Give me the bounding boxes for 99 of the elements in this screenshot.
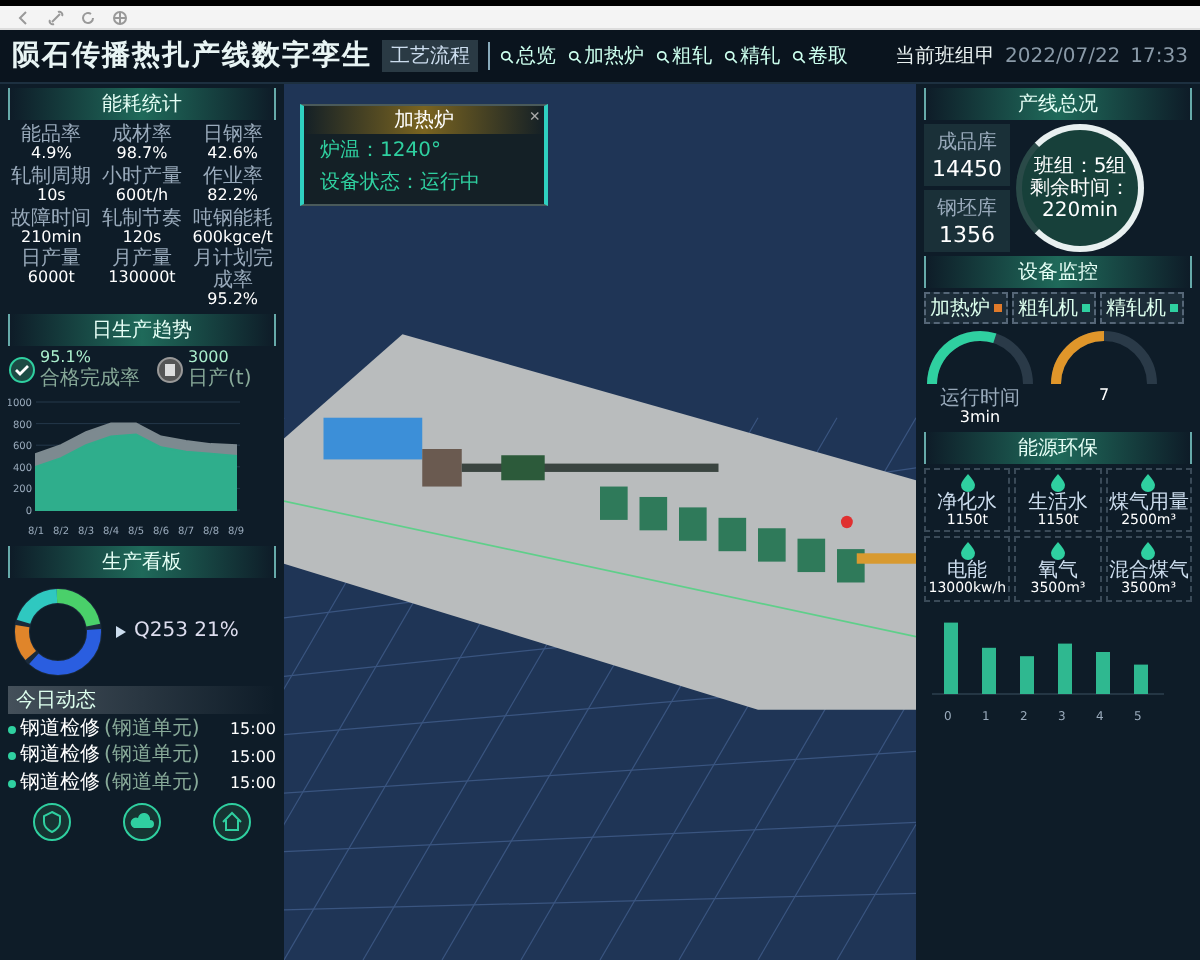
nav-search-button[interactable]: 粗轧 [652,42,716,70]
stat-value: 42.6% [207,146,259,164]
store-label: 钢坯库 [937,195,997,222]
gauge-value: 7 [1098,388,1110,406]
bullet-icon [8,725,16,734]
panel-title: 产线总况 [924,88,1192,120]
store-label: 成品库 [937,129,997,156]
stat-label: 月产量 [111,248,172,271]
event-name: 钢道检修 [20,744,100,768]
event-unit: (钢道单元) [104,771,200,795]
bullet-icon [8,779,16,788]
equipment-tab[interactable]: 粗轧机 [1012,292,1096,324]
stat-value: 82.2% [207,187,259,206]
stat-label: 轧制节奏 [101,207,182,230]
ring-text: 剩余时间：220min [1028,177,1132,221]
event-time: 15:00 [229,720,276,739]
stat-label: 故障时间 [11,207,92,230]
kpi-value: 3000 [188,350,231,367]
event-name: 钢道检修 [20,771,100,795]
close-button[interactable]: × [529,106,540,128]
cloud-icon[interactable] [121,802,162,843]
pointer-icon [116,625,126,638]
date-label: 2022/07/22 [1005,45,1121,67]
search-icon [724,49,738,63]
nav-search-button[interactable]: 精轧 [720,42,784,70]
equipment-tab[interactable]: 精轧机 [1100,292,1184,324]
event-time: 15:00 [229,774,276,793]
panel-title: 生产看板 [8,545,276,578]
check-icon [8,356,36,385]
stat-value: 6000t [27,270,75,289]
kpi-label: 合格完成率 [40,367,140,390]
popup-line: 设备状态：运行中 [318,169,482,198]
equipment-tab[interactable]: 加热炉 [924,292,1008,324]
stat-label: 日产量 [21,248,82,271]
shift-label: 当前班组甲 [895,43,996,70]
donut-legend: Q253 21% [134,620,239,643]
stat-label: 轧制周期 [11,165,92,188]
search-icon [568,49,582,63]
ring-text: 班组：5组 [1031,155,1129,177]
back-icon[interactable] [16,9,32,25]
stat-label: 作业率 [202,165,263,188]
search-icon [500,49,514,63]
gauge-label: 运行时间 [940,388,1020,410]
nav-search-button[interactable]: 总览 [496,42,560,70]
panel-title: 日生产趋势 [8,314,276,347]
stat-value: 10s [36,187,66,206]
energy-label: 煤气用量 [1108,491,1189,514]
shield-icon[interactable] [32,802,73,843]
stat-label: 日钢率 [202,124,263,146]
search-icon [792,49,806,63]
energy-label: 氧气 [1037,560,1078,583]
drop-icon [1138,540,1159,561]
drop-icon [1138,471,1159,492]
stat-value: 600kgce/t [192,229,273,247]
drop-icon [1047,540,1068,561]
stat-label: 能品率 [21,124,82,146]
popup-line: 炉温：1240° [318,137,443,166]
stat-value: 4.9% [31,146,72,164]
stat-label: 吨钢能耗 [192,207,273,230]
stat-value: 95.2% [207,292,259,311]
dashboard-title: 陨石传播热扎产线数字孪生 [12,38,372,74]
drop-icon [957,540,978,561]
popup-title: 加热炉 [394,107,454,134]
drop-icon [957,471,978,492]
box-icon [156,356,184,385]
stat-value: 130000t [108,270,176,289]
stat-value: 210min [20,229,82,247]
kpi-value: 95.1% [40,350,93,367]
nav-search-button[interactable]: 卷取 [788,42,852,70]
time-label: 17:33 [1130,45,1188,67]
stat-value: 600t/h [115,187,169,206]
panel-title: 设备监控 [924,256,1192,288]
bullet-icon [8,752,16,761]
stat-value: 120s [122,229,162,247]
energy-label: 电能 [947,560,988,583]
event-time: 15:00 [229,747,276,766]
globe-icon[interactable] [112,9,128,25]
stat-label: 月计划完成率 [190,248,275,293]
home-icon[interactable] [211,802,252,843]
panel-title: 能耗统计 [8,88,276,120]
search-icon [656,49,670,63]
process-flow-button[interactable]: 工艺流程 [382,40,478,72]
stat-value: 98.7% [116,146,168,164]
store-value: 1356 [939,222,995,248]
store-value: 14450 [932,156,1002,182]
energy-label: 净化水 [937,491,998,514]
panel-title: 能源环保 [924,431,1192,464]
stat-label: 成材率 [111,124,172,146]
energy-label: 生活水 [1027,491,1088,514]
reload-icon[interactable] [80,9,96,25]
nav-search-button[interactable]: 加热炉 [564,42,648,70]
event-name: 钢道检修 [20,717,100,741]
drop-icon [1047,471,1068,492]
event-unit: (钢道单元) [104,717,200,741]
stat-label: 小时产量 [101,165,182,188]
energy-label: 混合煤气 [1108,560,1189,583]
event-unit: (钢道单元) [104,744,200,768]
gauge-value: 3min [959,410,1001,428]
kpi-label: 日产(t) [188,367,252,390]
